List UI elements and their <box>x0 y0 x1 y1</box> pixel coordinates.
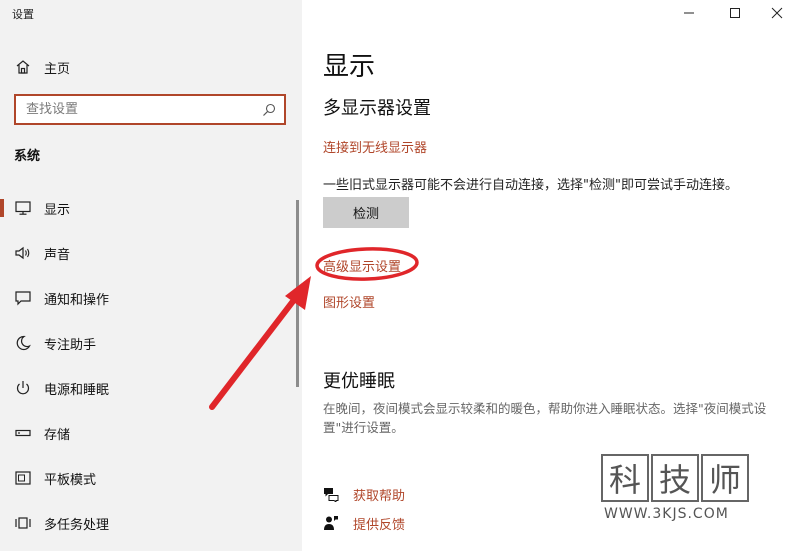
watermark-char-2: 技 <box>651 454 699 502</box>
storage-icon <box>15 429 31 437</box>
power-icon <box>16 381 30 395</box>
multi-display-heading: 多显示器设置 <box>323 98 431 119</box>
sidebar-item-label: 多任务处理 <box>44 517 110 533</box>
sidebar-item-label: 专注助手 <box>44 337 97 353</box>
monitor-icon <box>15 201 31 215</box>
sidebar-scrollbar[interactable] <box>296 200 299 387</box>
get-help-link[interactable]: 获取帮助 <box>323 484 405 504</box>
sidebar-item-storage[interactable]: 存储 <box>0 416 296 450</box>
sidebar-item-label: 通知和操作 <box>44 292 110 308</box>
graphics-settings-link[interactable]: 图形设置 <box>323 292 375 311</box>
sidebar-item-focus-assist[interactable]: 专注助手 <box>0 326 296 360</box>
sleep-heading: 更优睡眠 <box>323 371 395 392</box>
watermark-url: WWW.3KJS.COM <box>604 506 729 522</box>
sidebar-item-notifications[interactable]: 通知和操作 <box>0 281 296 315</box>
advanced-display-settings-link[interactable]: 高级显示设置 <box>323 256 401 275</box>
watermark-char-1: 科 <box>601 454 649 502</box>
notification-icon <box>15 291 31 306</box>
legacy-display-note: 一些旧式显示器可能不会进行自动连接，选择"检测"即可尝试手动连接。 <box>323 178 738 193</box>
sidebar-item-sound[interactable]: 声音 <box>0 236 296 270</box>
help-chat-icon <box>324 488 339 502</box>
sidebar-item-multitasking[interactable]: 多任务处理 <box>0 506 296 540</box>
feedback-person-icon <box>324 516 338 530</box>
home-icon <box>16 60 30 74</box>
moon-icon <box>16 335 31 351</box>
get-help-label: 获取帮助 <box>353 488 406 504</box>
tablet-mode-icon <box>15 471 31 485</box>
sidebar-item-label: 存储 <box>44 427 71 443</box>
multitasking-icon <box>15 517 31 529</box>
sidebar-item-label: 电源和睡眠 <box>44 382 110 398</box>
sidebar-item-display[interactable]: 显示 <box>0 191 296 225</box>
sidebar-item-tablet-mode[interactable]: 平板模式 <box>0 461 296 495</box>
search-input[interactable] <box>26 102 246 117</box>
page-title: 显示 <box>323 52 376 82</box>
sidebar-item-power-sleep[interactable]: 电源和睡眠 <box>0 371 296 405</box>
give-feedback-link[interactable]: 提供反馈 <box>323 513 405 533</box>
search-box[interactable] <box>14 94 286 125</box>
section-label-system: 系统 <box>14 149 41 164</box>
connect-wireless-display-link[interactable]: 连接到无线显示器 <box>323 137 427 156</box>
give-feedback-label: 提供反馈 <box>353 517 406 533</box>
detect-button[interactable]: 检测 <box>323 197 409 228</box>
home-label: 主页 <box>44 61 71 77</box>
home-nav-item[interactable]: 主页 <box>14 56 70 78</box>
sidebar-item-label: 平板模式 <box>44 472 97 488</box>
window-title: 设置 <box>12 8 34 21</box>
sidebar-item-label: 声音 <box>44 247 71 263</box>
sleep-description: 在晚间，夜间模式会显示较柔和的暖色，帮助你进入睡眠状态。选择"夜间模式设置"进行… <box>323 401 767 435</box>
sidebar-item-label: 显示 <box>44 202 71 218</box>
watermark-char-3: 师 <box>701 454 749 502</box>
search-icon[interactable] <box>262 103 276 117</box>
sidebar: 设置 主页 系统 显示 声音 通知和操作 <box>0 0 302 551</box>
speaker-icon <box>15 246 30 260</box>
